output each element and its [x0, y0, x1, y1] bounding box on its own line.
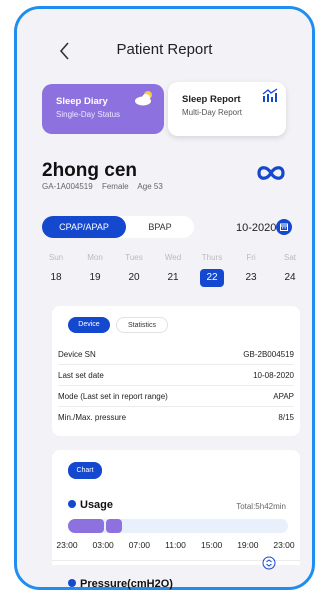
day-sat[interactable]: Sat 24: [278, 253, 302, 287]
trend-chart-icon: [262, 88, 278, 102]
pressure-heading: Pressure(cmH2O): [68, 578, 173, 590]
usage-dot: [68, 500, 76, 508]
info-value: APAP: [273, 392, 294, 401]
day-date[interactable]: 18: [44, 269, 68, 287]
info-value: 8/15: [278, 413, 294, 422]
day-name: Fri: [246, 253, 256, 262]
day-name: Thurs: [201, 253, 223, 262]
pressure-dot: [68, 579, 76, 587]
mode-tabs: CPAP/APAP BPAP: [42, 216, 194, 238]
time-tick: 19:00: [237, 540, 259, 550]
day-date[interactable]: 21: [161, 269, 185, 287]
day-name: Sat: [283, 253, 296, 262]
day-date[interactable]: 24: [278, 269, 302, 287]
info-row: Last set date 10-08-2020: [58, 365, 294, 386]
month-label[interactable]: 10-2020: [236, 222, 276, 234]
sleep-diary-subtitle: Single-Day Status: [56, 110, 121, 119]
time-tick: 07:00: [128, 540, 150, 550]
tab-bpap[interactable]: BPAP: [132, 216, 188, 238]
device-panel: Device Statistics Device SN GB-2B004519 La…: [52, 306, 300, 436]
cloud-sun-icon: [135, 91, 152, 106]
time-tick: 15:00: [201, 540, 223, 550]
expand-icon[interactable]: [262, 556, 276, 570]
day-date[interactable]: 22: [200, 269, 224, 287]
patient-gender: Female: [101, 182, 129, 191]
patient-id: GA-1A004519: [42, 182, 93, 191]
calendar-icon: [280, 223, 288, 231]
chart-panel: Chart Usage Total:5h42min 23:00 03:00 07:0…: [52, 450, 300, 590]
patient-meta: GA-1A004519 Female Age 53: [42, 182, 170, 191]
info-label: Device SN: [58, 350, 96, 359]
day-name: Wed: [164, 253, 182, 262]
patient-name: 2hong cen: [42, 160, 138, 181]
usage-segment: [106, 519, 122, 533]
time-tick: 11:00: [165, 540, 186, 550]
day-name: Tues: [125, 253, 143, 262]
sleep-report-card[interactable]: Sleep Report Multi-Day Report: [168, 82, 286, 136]
usage-heading: Usage: [68, 499, 113, 511]
usage-title: Usage: [80, 499, 114, 511]
tab-statistics[interactable]: Statistics: [116, 317, 168, 333]
calendar-button[interactable]: [276, 219, 292, 235]
usage-timeline: [68, 519, 288, 533]
day-tues[interactable]: Tues 20: [122, 253, 146, 287]
usage-total: Total:5h42min: [236, 502, 286, 511]
time-tick: 23:00: [56, 540, 78, 550]
time-tick: 03:00: [92, 540, 114, 550]
day-sun[interactable]: Sun 18: [44, 253, 68, 287]
header: Patient Report: [17, 9, 312, 87]
info-value: 10-08-2020: [253, 371, 294, 380]
sleep-report-subtitle: Multi-Day Report: [182, 108, 243, 117]
day-thurs[interactable]: Thurs 22: [200, 253, 224, 287]
info-label: Last set date: [58, 371, 104, 380]
day-mon[interactable]: Mon 19: [83, 253, 107, 287]
usage-segment: [68, 519, 104, 533]
info-row: Min./Max. pressure 8/15: [58, 407, 294, 428]
info-label: Min./Max. pressure: [58, 413, 127, 422]
device-info-list: Device SN GB-2B004519 Last set date 10-08-2…: [58, 344, 294, 428]
info-row: Mode (Last set in report range) APAP: [58, 386, 294, 407]
sync-loop-icon[interactable]: [256, 162, 286, 184]
sleep-diary-card[interactable]: Sleep Diary Single-Day Status: [42, 84, 164, 134]
day-name: Mon: [87, 253, 103, 262]
info-value: GB-2B004519: [243, 350, 294, 359]
page-title: Patient Report: [116, 41, 213, 58]
day-wed[interactable]: Wed 21: [161, 253, 185, 287]
time-tick: 23:00: [273, 540, 295, 550]
day-date[interactable]: 19: [83, 269, 107, 287]
chart-button[interactable]: Chart: [68, 462, 102, 479]
day-name: Sun: [48, 253, 64, 262]
pressure-title: Pressure(cmH2O): [80, 578, 173, 590]
report-cards: Sleep Diary Single-Day Status Sleep Repo…: [42, 82, 300, 136]
day-fri[interactable]: Fri 23: [239, 253, 263, 287]
tab-cpap-apap[interactable]: CPAP/APAP: [42, 216, 126, 238]
day-date[interactable]: 20: [122, 269, 146, 287]
info-row: Device SN GB-2B004519: [58, 344, 294, 365]
info-label: Mode (Last set in report range): [58, 392, 168, 401]
patient-age: Age 53: [137, 182, 163, 191]
tab-device[interactable]: Device: [68, 317, 110, 333]
day-date[interactable]: 23: [239, 269, 263, 287]
